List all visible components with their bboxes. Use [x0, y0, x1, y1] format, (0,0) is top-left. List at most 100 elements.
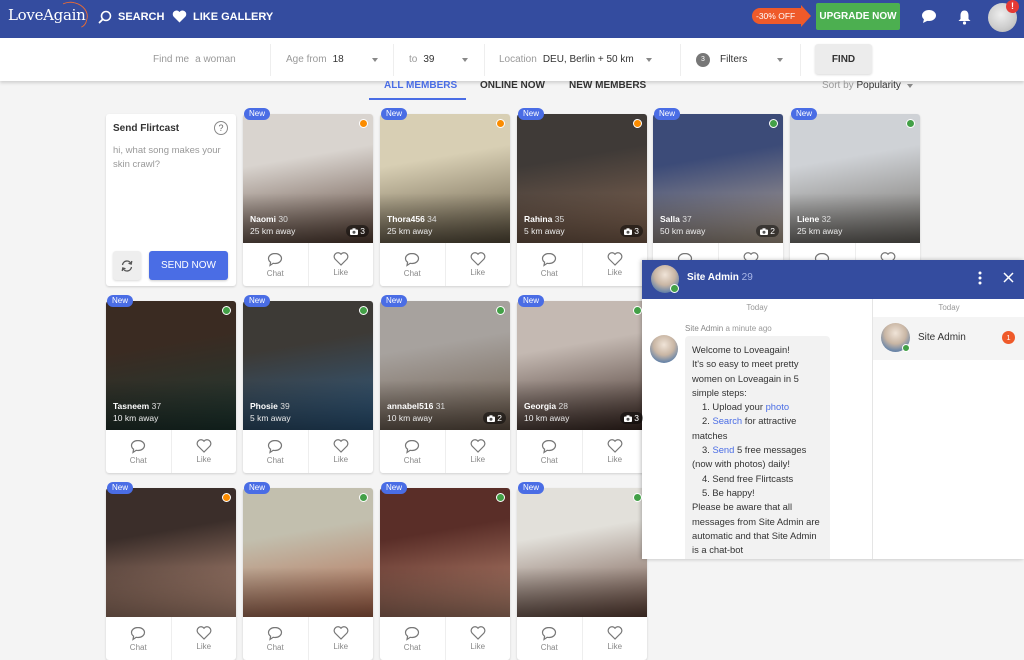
member-distance: 10 km away — [387, 413, 433, 423]
member-name-age: Phosie 39 — [250, 401, 290, 411]
send-now-button[interactable]: SEND NOW — [149, 251, 228, 280]
chat-button[interactable]: Chat — [517, 243, 583, 286]
divider — [680, 44, 681, 76]
divider — [393, 44, 394, 76]
member-card[interactable]: New Tasneem 37 10 km away Chat Like — [106, 295, 236, 473]
member-card[interactable]: New Georgia 28 10 km away 3 Chat Like — [517, 295, 647, 473]
chat-label: Chat — [129, 455, 147, 465]
divider — [484, 44, 485, 76]
member-distance: 10 km away — [524, 413, 570, 423]
chat-button[interactable]: Chat — [517, 430, 583, 473]
age-to-select[interactable]: to 39 — [409, 38, 469, 81]
chat-button[interactable]: Chat — [380, 617, 446, 660]
chat-label: Chat — [403, 642, 421, 652]
like-button[interactable]: Like — [446, 617, 511, 660]
chat-button[interactable]: Chat — [243, 243, 309, 286]
member-card[interactable]: New Naomi 30 25 km away 3 Chat Like — [243, 108, 374, 286]
member-age: 35 — [554, 214, 565, 224]
contact-name[interactable]: Site Admin 29 — [687, 272, 753, 283]
like-button[interactable]: Like — [583, 243, 648, 286]
member-card[interactable]: New Chat Like — [106, 482, 237, 660]
card-actions: Chat Like — [517, 617, 647, 660]
messages-button[interactable] — [921, 9, 937, 29]
member-card[interactable]: New Chat Like — [243, 482, 374, 660]
upgrade-now-button[interactable]: UPGRADE NOW — [816, 3, 900, 30]
chat-header: Site Admin 29 — [642, 260, 1024, 299]
member-name-age: Salla 37 — [660, 214, 692, 224]
chat-conversation[interactable]: Today Site Admin a minute ago Welcome to… — [642, 299, 872, 559]
chat-button[interactable]: Chat — [106, 430, 172, 473]
like-button[interactable]: Like — [309, 617, 374, 660]
new-badge: New — [654, 108, 681, 120]
member-photo[interactable] — [517, 488, 647, 617]
help-icon[interactable]: ? — [214, 121, 228, 135]
member-photo[interactable] — [380, 488, 510, 617]
find-me-select[interactable]: Find me a woman — [153, 38, 236, 81]
chat-icon — [542, 439, 557, 454]
member-card[interactable]: New Chat Like — [380, 482, 511, 660]
photo-link[interactable]: photo — [766, 401, 789, 412]
new-badge: New — [107, 295, 134, 307]
chat-icon — [405, 439, 420, 454]
send-link[interactable]: Send — [712, 444, 734, 455]
like-button[interactable]: Like — [172, 617, 237, 660]
like-button[interactable]: Like — [583, 617, 648, 660]
tab-online-now[interactable]: ONLINE NOW — [480, 80, 545, 91]
tab-all-members[interactable]: ALL MEMBERS — [384, 80, 457, 91]
member-photo[interactable] — [243, 488, 373, 617]
like-button[interactable]: Like — [309, 430, 374, 473]
tab-new-members[interactable]: NEW MEMBERS — [569, 80, 646, 91]
chat-icon — [131, 439, 146, 454]
notifications-button[interactable] — [957, 9, 972, 30]
nav-like-gallery[interactable]: LIKE GALLERY — [172, 10, 273, 23]
active-tab-indicator — [369, 98, 466, 100]
nav-search[interactable]: SEARCH — [98, 10, 164, 24]
camera-icon — [349, 228, 358, 235]
heart-outline-icon — [333, 626, 349, 640]
chat-button[interactable]: Chat — [106, 617, 172, 660]
card-actions: Chat Like — [380, 243, 510, 286]
search-link[interactable]: Search — [712, 415, 742, 426]
member-photo[interactable] — [106, 488, 236, 617]
find-button[interactable]: FIND — [815, 44, 872, 74]
member-name: Liene — [797, 214, 820, 224]
like-button[interactable]: Like — [309, 243, 374, 286]
member-card[interactable]: New annabel516 31 10 km away 2 Chat Like — [380, 295, 511, 473]
conversation-item[interactable]: Site Admin 1 — [873, 317, 1024, 360]
location-select[interactable]: Location DEU, Berlin + 50 km — [499, 38, 652, 81]
member-card[interactable]: New Chat Like — [517, 482, 647, 660]
refresh-flirtcast-button[interactable] — [113, 251, 141, 280]
online-status-dot — [496, 306, 505, 315]
logo[interactable]: LoveAgain — [8, 0, 91, 32]
divider — [800, 44, 801, 76]
sort-by-select[interactable]: Sort by Popularity — [822, 80, 913, 91]
chat-button[interactable]: Chat — [380, 430, 446, 473]
card-actions: Chat Like — [517, 430, 647, 473]
chat-icon — [131, 626, 146, 641]
photo-count-value: 3 — [634, 226, 639, 236]
member-age: 34 — [427, 214, 437, 224]
chat-button[interactable]: Chat — [380, 243, 446, 286]
heart-icon — [172, 10, 187, 23]
chat-button[interactable]: Chat — [243, 617, 309, 660]
filters-select[interactable]: 3 Filters — [696, 38, 784, 81]
member-distance: 50 km away — [660, 226, 706, 236]
chat-button[interactable]: Chat — [243, 430, 309, 473]
chat-button[interactable]: Chat — [517, 617, 583, 660]
member-card[interactable]: New Phosie 39 5 km away Chat Like — [243, 295, 374, 473]
close-chat-button[interactable] — [1003, 271, 1014, 285]
card-actions: Chat Like — [106, 430, 236, 473]
member-card[interactable]: New Thora456 34 25 km away Chat Like — [380, 108, 510, 286]
like-button[interactable]: Like — [172, 430, 237, 473]
like-button[interactable]: Like — [583, 430, 648, 473]
member-distance: 10 km away — [113, 413, 159, 423]
like-button[interactable]: Like — [446, 243, 511, 286]
online-status-dot — [769, 119, 778, 128]
like-button[interactable]: Like — [446, 430, 511, 473]
member-name-age: Naomi 30 — [250, 214, 288, 224]
more-options-button[interactable] — [978, 271, 982, 290]
find-me-value: a woman — [195, 54, 236, 65]
member-card[interactable]: New Rahina 35 5 km away 3 Chat Like — [517, 108, 648, 286]
online-status-dot — [906, 119, 915, 128]
age-from-select[interactable]: Age from 18 — [286, 38, 378, 81]
